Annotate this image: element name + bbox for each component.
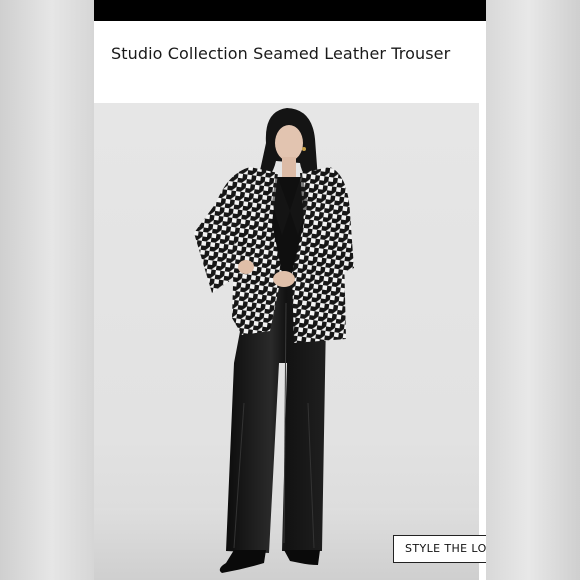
product-image[interactable] (94, 103, 479, 580)
status-bar (94, 0, 486, 21)
left-blurred-backdrop (0, 0, 94, 580)
model-photo (94, 108, 479, 580)
style-the-look-button[interactable]: STYLE THE LOOK (393, 535, 486, 563)
product-page: Studio Collection Seamed Leather Trouser (94, 0, 486, 580)
right-blurred-backdrop (486, 0, 580, 580)
product-title: Studio Collection Seamed Leather Trouser (111, 44, 451, 63)
